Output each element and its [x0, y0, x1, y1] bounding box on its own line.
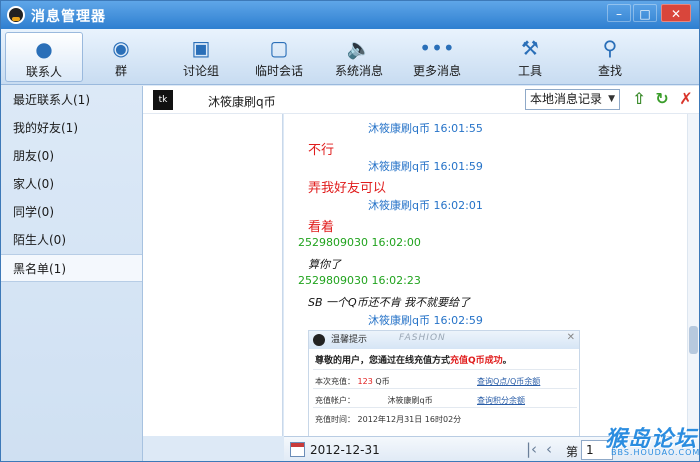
maximize-button[interactable]: □ — [633, 4, 657, 22]
delete-icon[interactable]: ✗ — [676, 89, 696, 109]
divider — [313, 407, 577, 408]
tool-tools[interactable]: ⚒ 工具 — [507, 32, 553, 82]
tool-discussion[interactable]: ▣ 讨论组 — [171, 32, 231, 82]
message-header: 2529809030 16:02:00 — [298, 236, 421, 249]
discussion-icon: ▣ — [191, 36, 211, 60]
contact-person-icon: ● — [35, 37, 53, 61]
row-value: 2012年12月31日 16时02分 — [357, 415, 462, 424]
tool-label: 讨论组 — [182, 64, 219, 78]
tool-search[interactable]: ⚲ 查找 — [587, 32, 633, 82]
group-icon: ◉ — [112, 36, 130, 60]
divider — [313, 388, 577, 389]
contact-name[interactable]: 沐筱康刷q币 — [208, 93, 276, 110]
tool-label: 更多消息 — [412, 64, 461, 78]
contact-groups-sidebar: 最近联系人(1) 我的好友(1) 朋友(0) 家人(0) 同学(0) 陌生人(0… — [1, 86, 143, 461]
export-icon[interactable]: ⇧ — [629, 89, 649, 109]
row-label: 充值帐户： — [315, 396, 355, 405]
page-label: 第 — [566, 445, 579, 459]
row-label: 本次充值： — [315, 377, 355, 386]
tool-label: 系统消息 — [334, 64, 383, 78]
close-button[interactable]: ✕ — [661, 4, 691, 22]
history-source-select[interactable]: 本地消息记录 ▼ — [525, 89, 620, 110]
notice-message: 尊敬的用户，您通过在线充值方式充值Q币成功。 — [315, 353, 512, 366]
divider — [313, 369, 577, 370]
message-header: 沐筱康刷q币 16:02:59 — [368, 314, 483, 327]
speaker-icon: 🔈 — [346, 36, 372, 60]
sidebar-item-blacklist[interactable]: 黑名单(1) — [1, 254, 142, 282]
notice-message-highlight: 充值Q币成功 — [450, 356, 503, 366]
notice-row-time: 充值时间： 2012年12月31日 16时02分 — [315, 414, 461, 425]
watermark-sub: BBS.HOUDAO.COM — [611, 448, 700, 457]
wrench-icon: ⚒ — [521, 36, 539, 60]
minimize-button[interactable]: – — [607, 4, 631, 22]
sidebar-item-recent[interactable]: 最近联系人(1) — [1, 86, 142, 114]
temp-chat-icon: ▢ — [269, 36, 289, 60]
scroll-thumb[interactable] — [689, 326, 698, 354]
calendar-icon[interactable] — [290, 442, 305, 457]
chevron-down-icon: ▼ — [608, 94, 615, 104]
tool-label: 群 — [114, 64, 127, 78]
row-suffix: Q币 — [375, 377, 390, 386]
message-text: 弄我好友可以 — [308, 181, 387, 196]
message-scrollbar[interactable] — [687, 114, 699, 436]
notice-brand: FASHION — [399, 333, 446, 343]
qq-penguin-icon — [313, 334, 325, 346]
notice-link-balance: 查询Q点/Q币余额 — [477, 377, 541, 386]
more-icon: ••• — [419, 36, 455, 60]
tool-label: 查找 — [597, 64, 622, 78]
notice-link-points: 查询积分余额 — [477, 396, 525, 405]
tool-more-messages[interactable]: ••• 更多消息 — [405, 32, 469, 82]
message-header: 2529809030 16:02:23 — [298, 274, 421, 287]
sidebar-item-family[interactable]: 家人(0) — [1, 170, 142, 198]
recharge-notice-image: 温馨提示 FASHION ✕ 尊敬的用户，您通过在线充值方式充值Q币成功。 本次… — [308, 330, 580, 436]
message-text: 看着 — [308, 220, 335, 235]
tool-system-messages[interactable]: 🔈 系统消息 — [327, 32, 391, 82]
notice-row-account: 充值帐户： 沐筱康刷q币 — [315, 395, 433, 406]
forum-watermark: 猴岛论坛 BBS.HOUDAO.COM — [605, 421, 699, 461]
message-text: SB 一个Q币还不肯 我不就要给了 — [308, 296, 471, 309]
row-value: 沐筱康刷q币 — [387, 396, 433, 405]
search-icon: ⚲ — [602, 36, 618, 60]
notice-message-text: 尊敬的用户，您通过在线充值方式 — [315, 356, 451, 366]
main-toolbar: ● 联系人 ◉ 群 ▣ 讨论组 ▢ 临时会话 🔈 系统消息 ••• 更多消息 ⚒… — [1, 29, 699, 85]
title-bar[interactable]: 消息管理器 – □ ✕ — [1, 1, 699, 29]
refresh-icon[interactable]: ↻ — [652, 89, 672, 109]
message-text: 不行 — [308, 143, 335, 158]
tool-label: 临时会话 — [254, 64, 303, 78]
date-text[interactable]: 2012-12-31 — [310, 443, 380, 457]
prev-page-icon[interactable]: ‹ — [546, 440, 552, 458]
notice-title: 温馨提示 — [331, 335, 368, 345]
row-value: 123 — [357, 377, 373, 386]
message-history-pane[interactable]: 沐筱康刷q币 16:01:55 不行 沐筱康刷q币 16:01:59 弄我好友可… — [284, 114, 687, 436]
message-header: 沐筱康刷q币 16:02:01 — [368, 199, 483, 212]
tool-label: 工具 — [517, 64, 542, 78]
qq-penguin-icon — [7, 6, 25, 24]
avatar[interactable]: tk — [153, 90, 173, 110]
sidebar-item-classmates[interactable]: 同学(0) — [1, 198, 142, 226]
message-header: 沐筱康刷q币 16:01:59 — [368, 160, 483, 173]
tool-label: 联系人 — [25, 65, 62, 79]
conversation-header: tk 沐筱康刷q币 本地消息记录 ▼ ⇧ ↻ ✗ — [143, 86, 699, 114]
tool-temp-chat[interactable]: ▢ 临时会话 — [247, 32, 311, 82]
sidebar-item-friends[interactable]: 我的好友(1) — [1, 114, 142, 142]
contact-list-column — [143, 86, 283, 436]
window-title: 消息管理器 — [31, 9, 106, 25]
notice-message-end: 。 — [502, 356, 512, 366]
history-select-value: 本地消息记录 — [530, 92, 603, 106]
message-text: 算你了 — [308, 258, 341, 271]
notice-row-amount: 本次充值： 123 Q币 — [315, 376, 390, 387]
message-header: 沐筱康刷q币 16:01:55 — [368, 122, 483, 135]
sidebar-item-strangers[interactable]: 陌生人(0) — [1, 226, 142, 254]
row-label: 充值时间： — [315, 415, 355, 424]
tool-contacts[interactable]: ● 联系人 — [5, 32, 83, 82]
tool-groups[interactable]: ◉ 群 — [93, 32, 149, 82]
message-manager-window: 消息管理器 – □ ✕ ● 联系人 ◉ 群 ▣ 讨论组 ▢ 临时会话 🔈 系统消… — [0, 0, 700, 462]
sidebar-item-pengyou[interactable]: 朋友(0) — [1, 142, 142, 170]
first-page-icon[interactable]: |‹ — [526, 440, 537, 458]
close-icon: ✕ — [566, 332, 575, 343]
